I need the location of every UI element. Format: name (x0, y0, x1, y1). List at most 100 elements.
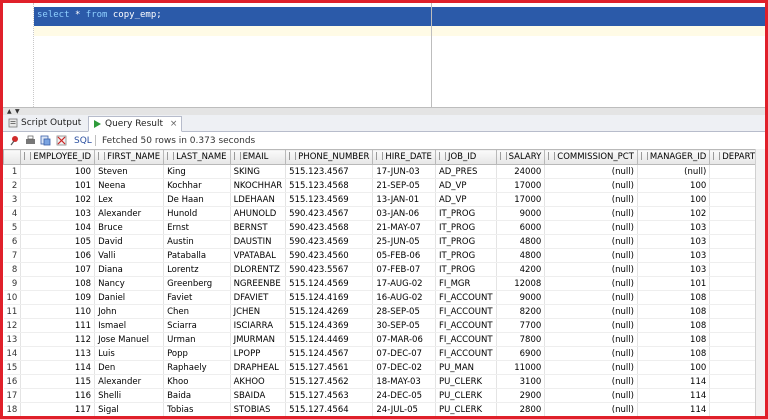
sql-icon[interactable] (56, 135, 67, 146)
table-cell[interactable]: King (164, 165, 230, 179)
table-cell[interactable]: (null) (545, 403, 638, 417)
print-icon[interactable] (25, 135, 36, 146)
table-cell[interactable]: Hunold (164, 207, 230, 221)
table-cell[interactable]: (null) (637, 165, 709, 179)
table-cell[interactable]: 8200 (496, 305, 545, 319)
table-cell[interactable]: 24000 (496, 165, 545, 179)
table-cell[interactable]: 17000 (496, 179, 545, 193)
table-cell[interactable]: 17-JUN-03 (373, 165, 436, 179)
table-cell[interactable]: 2900 (496, 389, 545, 403)
table-cell[interactable]: David (95, 235, 164, 249)
table-cell[interactable]: (null) (545, 375, 638, 389)
table-cell[interactable]: 116 (21, 389, 95, 403)
table-cell[interactable]: 105 (21, 235, 95, 249)
table-cell[interactable]: Greenberg (164, 277, 230, 291)
table-cell[interactable]: FI_ACCOUNT (435, 305, 496, 319)
table-cell[interactable]: ISCIARRA (230, 319, 286, 333)
table-cell[interactable]: 4800 (496, 249, 545, 263)
table-cell[interactable]: FI_MGR (435, 277, 496, 291)
table-cell[interactable]: Ismael (95, 319, 164, 333)
table-cell[interactable]: FI_ACCOUNT (435, 319, 496, 333)
table-cell[interactable]: 115 (21, 375, 95, 389)
table-cell[interactable]: 111 (21, 319, 95, 333)
collapse-down-icon[interactable]: ▼ (15, 108, 20, 115)
table-cell[interactable]: VPATABAL (230, 249, 286, 263)
table-cell[interactable]: 100 (21, 165, 95, 179)
table-cell[interactable]: 101 (637, 277, 709, 291)
table-cell[interactable]: 515.127.4563 (286, 389, 373, 403)
table-cell[interactable]: 21-MAY-07 (373, 221, 436, 235)
table-cell[interactable]: 108 (637, 319, 709, 333)
table-row[interactable]: 11110JohnChenJCHEN515.124.426928-SEP-05F… (4, 305, 768, 319)
table-row[interactable]: 18117SigalTobiasSTOBIAS515.127.456424-JU… (4, 403, 768, 417)
table-row[interactable]: 3102LexDe HaanLDEHAAN515.123.456913-JAN-… (4, 193, 768, 207)
table-cell[interactable]: 515.123.4569 (286, 193, 373, 207)
table-row[interactable]: 5104BruceErnstBERNST590.423.456821-MAY-0… (4, 221, 768, 235)
pin-icon[interactable] (9, 135, 20, 146)
table-cell[interactable]: PU_CLERK (435, 389, 496, 403)
table-cell[interactable]: IT_PROG (435, 249, 496, 263)
table-cell[interactable]: Austin (164, 235, 230, 249)
table-cell[interactable]: FI_ACCOUNT (435, 333, 496, 347)
table-cell[interactable]: 9000 (496, 291, 545, 305)
table-cell[interactable]: AKHOO (230, 375, 286, 389)
table-cell[interactable]: 100 (637, 193, 709, 207)
sql-editor[interactable]: select * from copy_emp; (3, 3, 765, 107)
table-cell[interactable]: 107 (21, 263, 95, 277)
table-cell[interactable]: STOBIAS (230, 403, 286, 417)
corner-header[interactable] (4, 150, 21, 165)
table-cell[interactable]: 13-JAN-01 (373, 193, 436, 207)
table-row[interactable]: 1100StevenKingSKING515.123.456717-JUN-03… (4, 165, 768, 179)
table-cell[interactable]: 515.127.4562 (286, 375, 373, 389)
table-cell[interactable]: 110 (21, 305, 95, 319)
table-cell[interactable]: 9000 (496, 207, 545, 221)
table-cell[interactable]: Shelli (95, 389, 164, 403)
table-cell[interactable]: JMURMAN (230, 333, 286, 347)
table-cell[interactable]: (null) (545, 263, 638, 277)
column-header[interactable]: PHONE_NUMBER (286, 150, 373, 165)
table-cell[interactable]: 108 (21, 277, 95, 291)
table-cell[interactable]: 515.124.4269 (286, 305, 373, 319)
tab-query-result[interactable]: Query Result × (88, 116, 182, 132)
splitter-bar[interactable]: ▲ ▼ (3, 107, 765, 115)
table-cell[interactable]: AD_PRES (435, 165, 496, 179)
table-cell[interactable]: 12008 (496, 277, 545, 291)
table-cell[interactable]: AD_VP (435, 193, 496, 207)
table-cell[interactable]: 103 (637, 249, 709, 263)
table-cell[interactable]: 104 (21, 221, 95, 235)
column-header[interactable]: HIRE_DATE (373, 150, 436, 165)
table-cell[interactable]: Kochhar (164, 179, 230, 193)
table-cell[interactable]: 17000 (496, 193, 545, 207)
table-cell[interactable]: 114 (21, 361, 95, 375)
table-cell[interactable]: 114 (637, 403, 709, 417)
table-cell[interactable]: 114 (637, 389, 709, 403)
table-cell[interactable]: IT_PROG (435, 235, 496, 249)
table-cell[interactable]: Bruce (95, 221, 164, 235)
table-cell[interactable]: 108 (637, 333, 709, 347)
table-cell[interactable]: 07-FEB-07 (373, 263, 436, 277)
table-cell[interactable]: (null) (545, 291, 638, 305)
table-cell[interactable]: 11000 (496, 361, 545, 375)
table-cell[interactable]: 07-DEC-02 (373, 361, 436, 375)
table-cell[interactable]: Popp (164, 347, 230, 361)
export-icon[interactable] (40, 135, 51, 146)
table-cell[interactable]: DLORENTZ (230, 263, 286, 277)
table-cell[interactable]: (null) (545, 305, 638, 319)
table-cell[interactable]: 515.127.4561 (286, 361, 373, 375)
table-cell[interactable]: 117 (21, 403, 95, 417)
table-row[interactable]: 15114DenRaphaelyDRAPHEAL515.127.456107-D… (4, 361, 768, 375)
table-cell[interactable]: 108 (637, 305, 709, 319)
table-cell[interactable]: 590.423.4567 (286, 207, 373, 221)
table-cell[interactable]: 2800 (496, 403, 545, 417)
table-cell[interactable]: 100 (637, 179, 709, 193)
table-cell[interactable]: (null) (545, 277, 638, 291)
table-cell[interactable]: (null) (545, 235, 638, 249)
table-cell[interactable]: Tobias (164, 403, 230, 417)
table-cell[interactable]: 24-JUL-05 (373, 403, 436, 417)
table-cell[interactable]: 103 (637, 263, 709, 277)
table-cell[interactable]: Khoo (164, 375, 230, 389)
table-cell[interactable]: IT_PROG (435, 221, 496, 235)
table-cell[interactable]: PU_CLERK (435, 375, 496, 389)
table-cell[interactable]: 4200 (496, 263, 545, 277)
table-cell[interactable]: (null) (545, 347, 638, 361)
